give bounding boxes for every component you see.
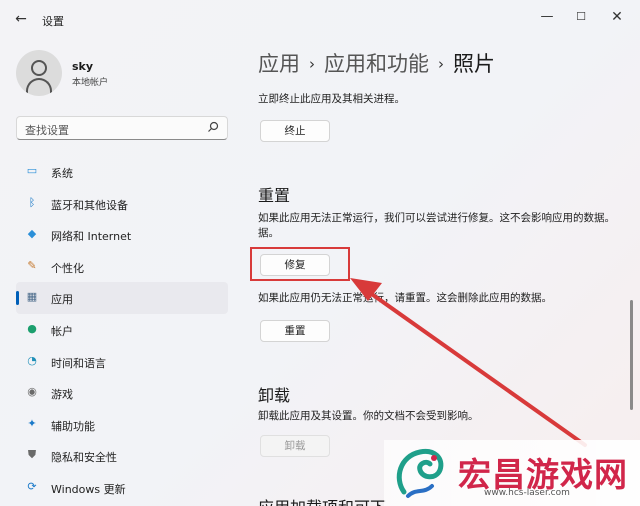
search-input[interactable]: 查找设置	[16, 116, 228, 140]
sidebar-nav: ▭ 系统 ᛒ 蓝牙和其他设备 ◆ 网络和 Internet ✎ 个性化 ▦ 应用 ● 帐户 ◔ 时间和语言…	[16, 156, 230, 504]
maximize-button[interactable]: ☐	[568, 8, 594, 26]
search-icon[interactable]	[207, 121, 219, 136]
title-bar: ← 设置 — ☐ ✕	[0, 0, 640, 36]
dragon-logo-icon	[390, 442, 454, 504]
sidebar-item-wifi[interactable]: ◆ 网络和 Internet	[16, 219, 228, 251]
breadcrumb-current: 照片	[453, 52, 495, 76]
sidebar-item-label: 应用	[51, 293, 73, 307]
account-type: 本地帐户	[72, 78, 109, 88]
repair-description: 如果此应用无法正常运行，我们可以尝试进行修复。这不会影响应用的数据。	[258, 212, 615, 224]
shield-icon: ⛊	[27, 448, 37, 462]
sidebar-item-label: 帐户	[51, 324, 73, 338]
sidebar-item-label: 个性化	[51, 261, 84, 275]
terminate-button[interactable]: 终止	[260, 120, 330, 142]
scrollbar[interactable]	[630, 300, 633, 410]
sidebar-item-shield[interactable]: ⛊ 隐私和安全性	[16, 440, 228, 472]
sidebar-item-update[interactable]: ⟳ Windows 更新	[16, 472, 228, 504]
sidebar-item-label: Windows 更新	[51, 482, 126, 496]
terminate-description: 立即终止此应用及其相关进程。	[258, 93, 405, 105]
close-button[interactable]: ✕	[604, 8, 630, 26]
wifi-icon: ◆	[27, 227, 37, 241]
breadcrumb-apps-features[interactable]: 应用和功能	[324, 52, 429, 76]
repair-description-wrap: 据。	[258, 227, 279, 239]
accessibility-icon: ✦	[27, 416, 37, 430]
chevron-right-icon: ›	[309, 55, 315, 73]
apps-icon: ▦	[26, 290, 38, 304]
uninstall-section-title: 卸载	[258, 386, 291, 405]
sidebar-item-label: 系统	[51, 167, 73, 180]
watermark-url: www.hcs-laser.com	[484, 488, 570, 498]
account-icon: ●	[27, 321, 37, 335]
reset-section-title: 重置	[258, 186, 291, 205]
uninstall-description: 卸载此应用及其设置。你的文档不会受到影响。	[258, 410, 479, 422]
sidebar-item-accessibility[interactable]: ✦ 辅助功能	[16, 409, 228, 441]
sidebar-item-label: 时间和语言	[51, 356, 106, 370]
sidebar-item-label: 游戏	[51, 388, 73, 402]
back-button[interactable]: ←	[12, 10, 30, 28]
chevron-right-icon: ›	[438, 55, 444, 73]
active-indicator	[16, 291, 19, 306]
sidebar-item-brush[interactable]: ✎ 个性化	[16, 251, 228, 283]
sidebar-item-label: 蓝牙和其他设备	[51, 198, 128, 212]
addons-section-title: 应用加载项和可下	[258, 494, 386, 506]
sidebar-item-gamepad[interactable]: ◉ 游戏	[16, 377, 228, 409]
update-icon: ⟳	[27, 479, 37, 493]
sidebar-item-system[interactable]: ▭ 系统	[16, 156, 228, 188]
gamepad-icon: ◉	[27, 385, 37, 399]
brush-icon: ✎	[27, 258, 37, 272]
reset-description: 如果此应用仍无法正常运行，请重置。这会删除此应用的数据。	[258, 292, 552, 304]
back-arrow-icon: ←	[15, 11, 27, 27]
minimize-button[interactable]: —	[534, 8, 560, 26]
window-title: 设置	[42, 15, 64, 28]
sidebar-item-globe-clock[interactable]: ◔ 时间和语言	[16, 346, 228, 378]
watermark: 宏昌游戏网 www.hcs-laser.com	[384, 440, 640, 506]
sidebar-item-label: 网络和 Internet	[51, 230, 132, 244]
reset-button[interactable]: 重置	[260, 320, 330, 342]
user-name: sky	[72, 60, 94, 73]
uninstall-button[interactable]: 卸载	[260, 435, 330, 457]
sidebar-item-apps[interactable]: ▦ 应用	[16, 282, 228, 314]
sidebar-item-bluetooth[interactable]: ᛒ 蓝牙和其他设备	[16, 188, 228, 220]
avatar-icon	[16, 50, 62, 96]
sidebar-item-label: 辅助功能	[51, 419, 95, 433]
system-icon: ▭	[26, 164, 38, 177]
sidebar-item-label: 隐私和安全性	[51, 451, 117, 465]
sidebar-item-account[interactable]: ● 帐户	[16, 314, 228, 346]
breadcrumb: 应用 › 应用和功能 › 照片	[258, 48, 495, 78]
user-profile[interactable]: sky 本地帐户	[16, 50, 236, 96]
highlight-box	[250, 247, 350, 281]
bluetooth-icon: ᛒ	[28, 195, 36, 209]
globe-clock-icon: ◔	[27, 353, 37, 367]
search-placeholder: 查找设置	[25, 124, 69, 137]
breadcrumb-apps[interactable]: 应用	[258, 52, 300, 76]
